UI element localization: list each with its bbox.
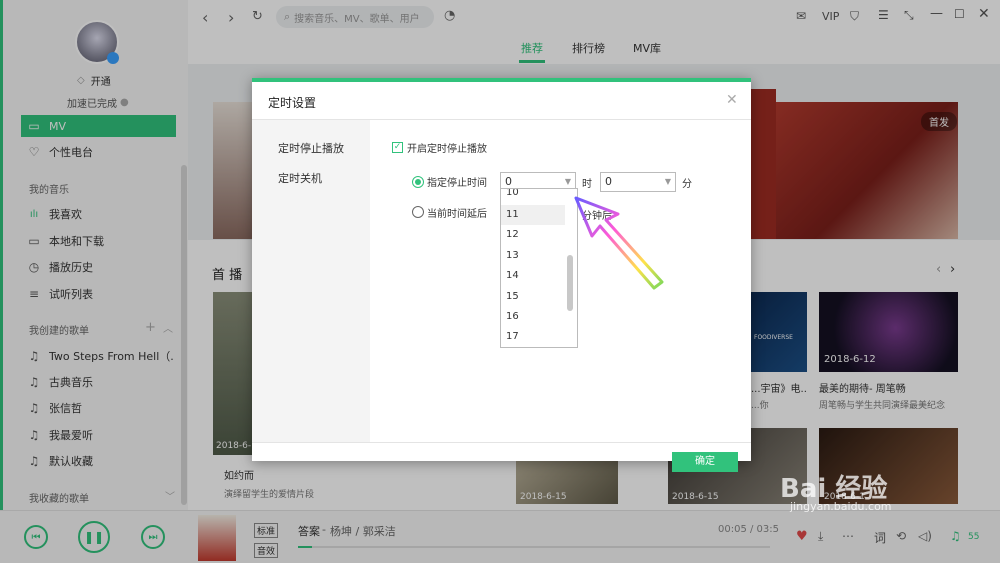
nav-stop-playback[interactable]: 定时停止播放 <box>278 140 344 156</box>
dropdown-option[interactable]: 15 <box>501 287 565 307</box>
dropdown-option[interactable]: 12 <box>501 225 565 245</box>
dialog-close-icon[interactable]: ✕ <box>726 92 738 108</box>
dialog-title: 定时设置 <box>268 96 317 110</box>
hour-dropdown-list[interactable]: 10 11 12 13 14 15 16 17 <box>500 188 578 348</box>
watermark-url: jingyan.baidu.com <box>790 500 892 513</box>
confirm-button[interactable]: 确定 <box>672 452 738 472</box>
dropdown-option[interactable]: 10 <box>501 189 565 203</box>
delay-label: 当前时间延后 <box>427 209 487 220</box>
annotation-arrow <box>574 196 664 290</box>
dialog-footer-divider <box>252 442 751 443</box>
minute-unit: 分 <box>682 179 692 190</box>
enable-label: 开启定时停止播放 <box>407 144 487 155</box>
dropdown-option[interactable]: 14 <box>501 266 565 286</box>
dropdown-option[interactable]: 17 <box>501 327 565 347</box>
timer-dialog: 定时设置 ✕ 定时停止播放 定时关机 ✓ 开启定时停止播放 指定停止时间 0 ▼… <box>252 78 751 472</box>
dropdown-option[interactable]: 13 <box>501 246 565 266</box>
dropdown-option[interactable]: 11 <box>501 205 565 225</box>
enable-checkbox[interactable]: ✓ <box>392 142 403 153</box>
radio-specific-time[interactable] <box>412 176 424 188</box>
radio-delay[interactable] <box>412 206 424 218</box>
nav-shutdown[interactable]: 定时关机 <box>278 170 322 186</box>
minute-select[interactable]: 0 ▼ <box>600 172 676 192</box>
hour-unit: 时 <box>582 179 592 190</box>
specific-time-label: 指定停止时间 <box>427 178 487 189</box>
chevron-down-icon: ▼ <box>664 177 672 186</box>
dropdown-option[interactable]: 16 <box>501 307 565 327</box>
dialog-nav: 定时停止播放 定时关机 <box>252 120 370 442</box>
